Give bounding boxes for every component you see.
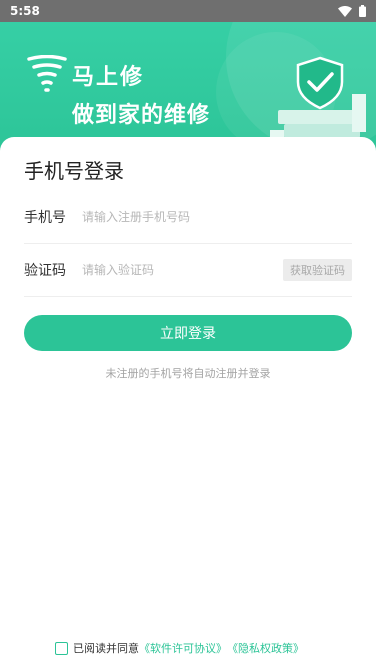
privacy-policy-link[interactable]: 《隐私权政策》 [227, 640, 304, 656]
code-label: 验证码 [24, 263, 66, 279]
status-bar: 5:58 [0, 0, 376, 22]
code-input[interactable] [80, 262, 283, 278]
status-time: 5:58 [10, 4, 40, 18]
login-card: 手机号登录 手机号 验证码 获取验证码 立即登录 未注册的手机号将自动注册并登录 [0, 137, 376, 669]
phone-input[interactable] [80, 209, 352, 225]
phone-label: 手机号 [24, 210, 66, 226]
get-code-button[interactable]: 获取验证码 [283, 259, 352, 281]
agree-text: 已阅读并同意 [73, 642, 139, 655]
login-button[interactable]: 立即登录 [24, 315, 352, 351]
agree-checkbox[interactable] [55, 641, 68, 655]
brand-name: 马上修 [72, 65, 145, 90]
code-row: 验证码 获取验证码 [24, 244, 352, 297]
tornado-logo-icon [27, 55, 67, 92]
agreement-row: 已阅读并同意 《软件许可协议》 《隐私权政策》 [55, 640, 304, 656]
slogan: 做到家的维修 [72, 103, 211, 128]
register-hint: 未注册的手机号将自动注册并登录 [105, 367, 271, 380]
battery-icon [359, 5, 366, 17]
phone-row: 手机号 [24, 191, 352, 244]
wifi-icon [338, 5, 352, 17]
software-license-link[interactable]: 《软件许可协议》 [139, 640, 227, 656]
page-title: 手机号登录 [24, 159, 124, 183]
